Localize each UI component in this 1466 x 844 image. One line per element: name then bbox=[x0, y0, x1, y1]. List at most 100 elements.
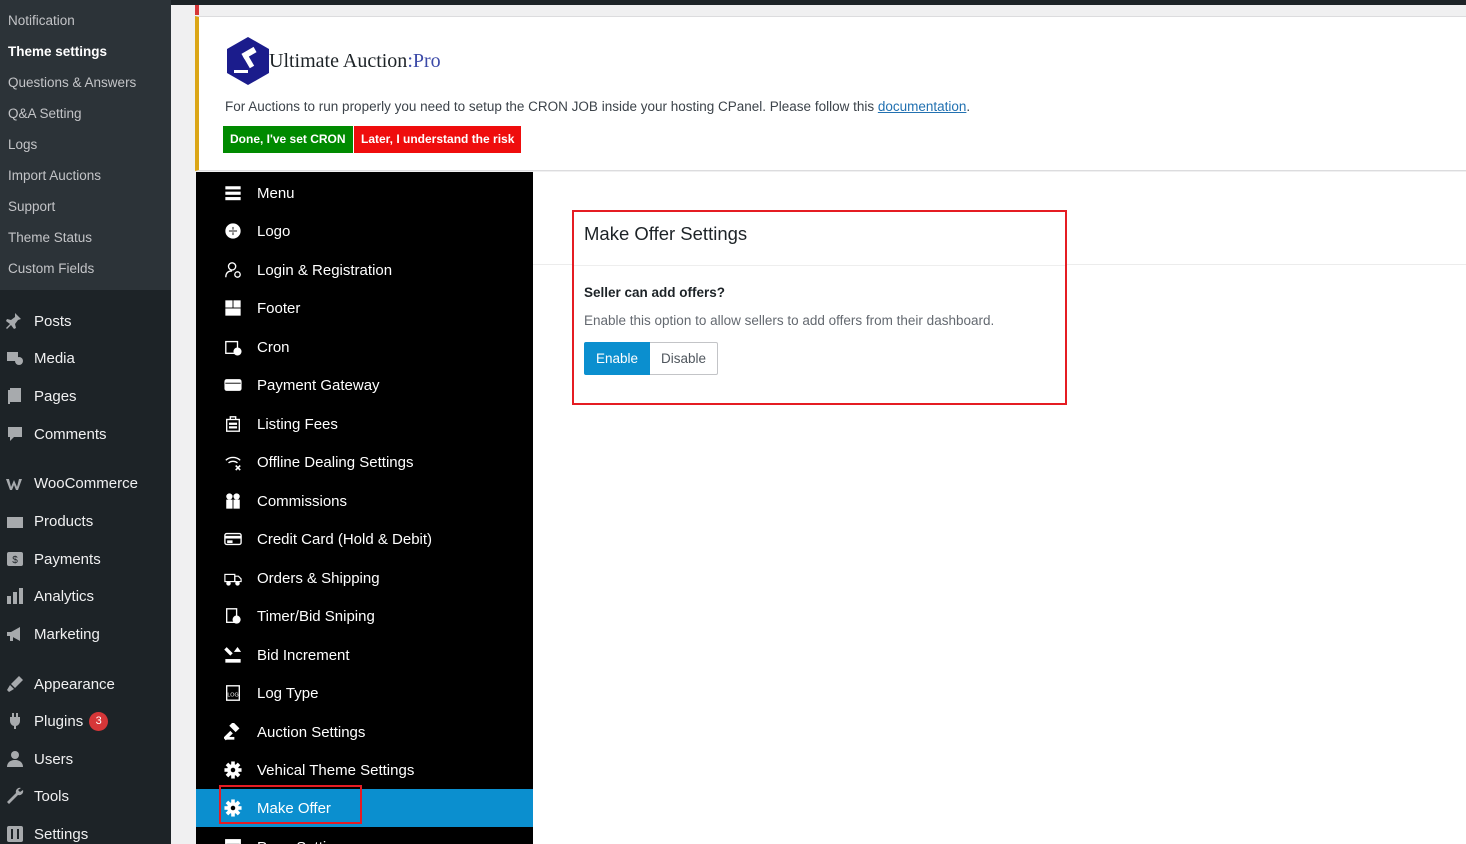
disable-button[interactable]: Disable bbox=[650, 342, 719, 375]
menu-item-posts[interactable]: Posts bbox=[0, 303, 171, 339]
menu-item-settings[interactable]: Settings bbox=[0, 816, 171, 844]
wifi-off-icon bbox=[223, 452, 243, 472]
menu-item-label: WooCommerce bbox=[34, 474, 138, 492]
truck-icon bbox=[223, 568, 243, 588]
wp-admin-sidebar: Notification Theme settings Questions & An… bbox=[0, 0, 171, 844]
menu-item-label: Media bbox=[34, 349, 75, 367]
later-risk-button[interactable]: Later, I understand the risk bbox=[354, 126, 522, 153]
cron-notice: Ultimate Auction:Pro For Auctions to run… bbox=[195, 16, 1466, 171]
menu-item-label: Payments bbox=[34, 550, 101, 568]
submenu-item[interactable]: Notification bbox=[0, 5, 171, 36]
notice-top-accent bbox=[195, 5, 199, 15]
menu-item-payments[interactable]: $ Payments bbox=[0, 541, 171, 577]
settings-nav-label: Page Settings bbox=[257, 839, 350, 844]
pin-icon bbox=[4, 310, 26, 332]
submenu-item[interactable]: Q&A Setting bbox=[0, 98, 171, 129]
settings-nav-label: Auction Settings bbox=[257, 723, 366, 741]
menu-item-label: Tools bbox=[34, 787, 70, 805]
settings-nav-label: Offline Dealing Settings bbox=[257, 453, 414, 471]
menu-item-media[interactable]: Media bbox=[0, 340, 171, 376]
submenu-item[interactable]: Theme settings bbox=[0, 36, 171, 67]
menu-item-pages[interactable]: Pages bbox=[0, 378, 171, 414]
plus-circle-icon bbox=[223, 221, 243, 241]
settings-nav-item[interactable]: Orders & Shipping bbox=[196, 559, 533, 597]
timer-doc-icon bbox=[223, 606, 243, 626]
menu-item-plugins[interactable]: Plugins 3 bbox=[0, 703, 171, 739]
svg-text:$: $ bbox=[12, 555, 18, 566]
settings-nav-label: Log Type bbox=[257, 684, 319, 702]
menu-item-products[interactable]: Products bbox=[0, 503, 171, 539]
seller-offers-description: Enable this option to allow sellers to a… bbox=[584, 313, 995, 328]
menu-item-label: Pages bbox=[34, 387, 77, 405]
menu-item-comments[interactable]: Comments bbox=[0, 416, 171, 452]
settings-nav-item[interactable]: Bid Increment bbox=[196, 636, 533, 674]
ultimate-auction-logo bbox=[227, 37, 269, 85]
submenu-item[interactable]: Support bbox=[0, 191, 171, 222]
settings-nav-item[interactable]: Commissions bbox=[196, 482, 533, 520]
settings-nav-item[interactable]: Timer/Bid Sniping bbox=[196, 597, 533, 635]
plugin-icon bbox=[4, 710, 26, 732]
comments-icon bbox=[4, 423, 26, 445]
settings-nav-label: Bid Increment bbox=[257, 646, 350, 664]
settings-nav-label: Vehical Theme Settings bbox=[257, 761, 415, 779]
brush-icon bbox=[4, 673, 26, 695]
pages-icon bbox=[4, 385, 26, 407]
done-cron-button[interactable]: Done, I've set CRON bbox=[223, 126, 353, 153]
menu-item-label: Settings bbox=[34, 825, 89, 843]
settings-nav-label: Orders & Shipping bbox=[257, 569, 380, 587]
settings-nav-label: Credit Card (Hold & Debit) bbox=[257, 530, 433, 548]
settings-nav-item[interactable]: Cron bbox=[196, 328, 533, 366]
settings-nav-item[interactable]: Listing Fees bbox=[196, 405, 533, 443]
settings-nav-label: Listing Fees bbox=[257, 415, 338, 433]
submenu-item[interactable]: Logs bbox=[0, 129, 171, 160]
settings-nav-item[interactable]: Menu bbox=[196, 174, 533, 212]
seller-offers-label: Seller can add offers? bbox=[584, 285, 726, 300]
calendar-clock-icon bbox=[223, 337, 243, 357]
settings-nav-item[interactable]: Offline Dealing Settings bbox=[196, 443, 533, 481]
gear-icon bbox=[223, 760, 243, 780]
enable-disable-toggle: Enable Disable bbox=[584, 342, 719, 375]
settings-nav-item[interactable]: LOG Log Type bbox=[196, 674, 533, 712]
documentation-link[interactable]: documentation bbox=[878, 99, 967, 114]
settings-nav-item[interactable]: Auction Settings bbox=[196, 713, 533, 751]
brand-suffix: :Pro bbox=[407, 49, 441, 72]
menu-item-marketing[interactable]: Marketing bbox=[0, 616, 171, 652]
notice-text-end: . bbox=[966, 99, 971, 114]
admin-top-bar bbox=[171, 0, 1466, 5]
panel-divider bbox=[574, 265, 1065, 266]
update-count-badge: 3 bbox=[89, 711, 109, 731]
bid-increment-icon bbox=[223, 645, 243, 665]
menu-item-label: Appearance bbox=[34, 675, 115, 693]
menu-item-analytics[interactable]: Analytics bbox=[0, 578, 171, 614]
settings-nav-label: Cron bbox=[257, 338, 290, 356]
menu-item-appearance[interactable]: Appearance bbox=[0, 666, 171, 702]
settings-nav-item[interactable]: Make Offer bbox=[196, 789, 533, 827]
settings-nav-item[interactable]: Credit Card (Hold & Debit) bbox=[196, 520, 533, 558]
submenu-item[interactable]: Custom Fields bbox=[0, 253, 171, 284]
settings-nav-label: Commissions bbox=[257, 492, 348, 510]
settings-nav: Menu Logo Login & Registration Footer Cron Pa… bbox=[196, 172, 533, 844]
settings-nav-item[interactable]: Vehical Theme Settings bbox=[196, 751, 533, 789]
svg-text:LOG: LOG bbox=[227, 693, 238, 699]
menu-item-label: Marketing bbox=[34, 625, 100, 643]
menu-item-tools[interactable]: Tools bbox=[0, 778, 171, 814]
receipt-icon bbox=[223, 414, 243, 434]
wrench-icon bbox=[4, 785, 26, 807]
settings-nav-item[interactable]: Page Settings bbox=[196, 828, 533, 844]
user-icon bbox=[4, 748, 26, 770]
settings-nav-label: Timer/Bid Sniping bbox=[257, 607, 375, 625]
gavel-icon bbox=[223, 722, 243, 742]
settings-nav-item[interactable]: Login & Registration bbox=[196, 251, 533, 289]
submenu-item[interactable]: Import Auctions bbox=[0, 160, 171, 191]
enable-button[interactable]: Enable bbox=[584, 342, 651, 375]
menu-item-label: Comments bbox=[34, 425, 107, 443]
submenu-item[interactable]: Theme Status bbox=[0, 222, 171, 253]
settings-nav-item[interactable]: Footer bbox=[196, 289, 533, 327]
submenu-item[interactable]: Questions & Answers bbox=[0, 67, 171, 98]
gear-icon bbox=[223, 798, 243, 818]
settings-nav-item[interactable]: Payment Gateway bbox=[196, 366, 533, 404]
footer-layout-icon bbox=[223, 298, 243, 318]
menu-item-woocommerce[interactable]: WooCommerce bbox=[0, 465, 171, 501]
settings-nav-item[interactable]: Logo bbox=[196, 212, 533, 250]
menu-item-users[interactable]: Users bbox=[0, 741, 171, 777]
